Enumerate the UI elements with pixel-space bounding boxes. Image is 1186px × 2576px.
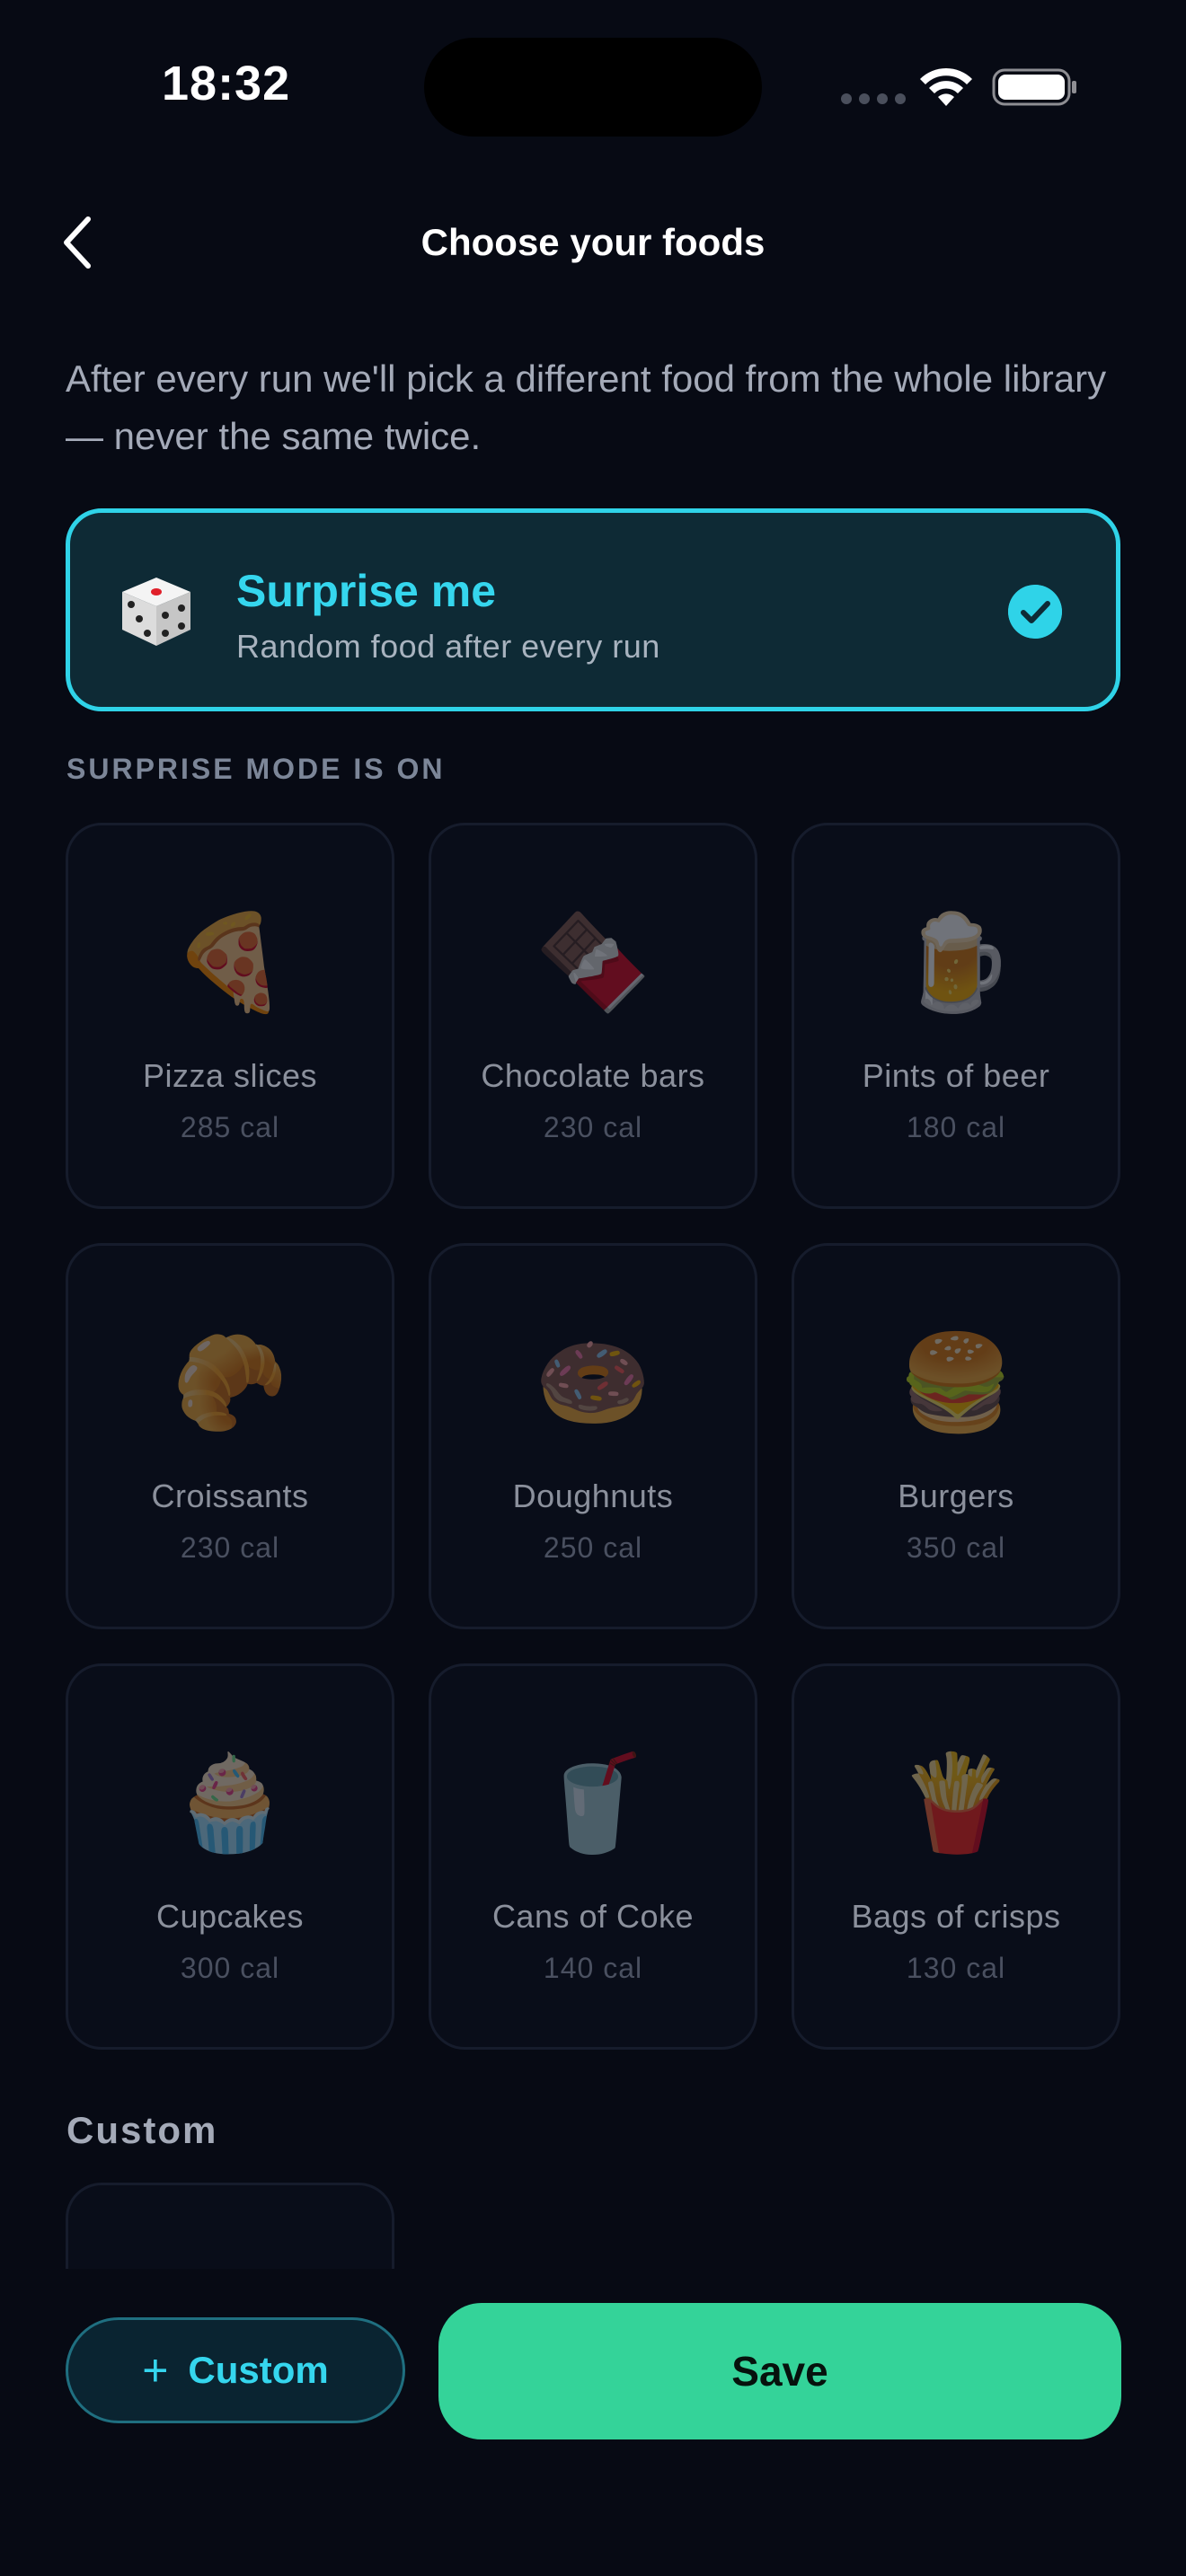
- food-calories: 230 cal: [180, 1531, 280, 1564]
- plus-icon: +: [142, 2345, 169, 2395]
- page-title: Choose your foods: [420, 221, 766, 263]
- food-card[interactable]: 🍔 Burgers 350 cal: [792, 1243, 1120, 1629]
- dynamic-island: [424, 38, 762, 137]
- beer-icon: 🍺: [898, 907, 1014, 1017]
- save-button[interactable]: Save: [438, 2303, 1121, 2439]
- food-name: Pizza slices: [142, 1057, 318, 1094]
- food-card[interactable]: 🍫 Chocolate bars 230 cal: [429, 823, 757, 1209]
- food-card[interactable]: 🥤 Cans of Coke 140 cal: [429, 1663, 757, 2050]
- status-time: 18:32: [162, 57, 291, 110]
- food-calories: 130 cal: [906, 1952, 1006, 1984]
- food-calories: 140 cal: [543, 1952, 643, 1984]
- surprise-title: Surprise me: [236, 566, 497, 616]
- custom-food-card[interactable]: [66, 2183, 394, 2272]
- food-calories: 230 cal: [543, 1111, 643, 1143]
- food-name: Cans of Coke: [491, 1898, 695, 1935]
- pizza-icon: 🍕: [172, 907, 288, 1017]
- food-calories: 285 cal: [180, 1111, 280, 1143]
- cupcake-icon: 🧁: [172, 1748, 288, 1857]
- fries-icon: 🍟: [898, 1748, 1014, 1857]
- food-card[interactable]: 🥐 Croissants 230 cal: [66, 1243, 394, 1629]
- chocolate-icon: 🍫: [535, 907, 651, 1017]
- add-custom-button[interactable]: + Custom: [66, 2317, 405, 2423]
- dice-icon: [122, 578, 190, 646]
- food-calories: 250 cal: [543, 1531, 643, 1564]
- food-calories: 180 cal: [906, 1111, 1006, 1143]
- food-card[interactable]: 🍟 Bags of crisps 130 cal: [792, 1663, 1120, 2050]
- surprise-me-option[interactable]: Surprise me Random food after every run: [66, 508, 1120, 711]
- food-name: Doughnuts: [512, 1478, 674, 1514]
- food-name: Cupcakes: [155, 1898, 305, 1935]
- burger-icon: 🍔: [898, 1328, 1014, 1437]
- food-calories: 300 cal: [180, 1952, 280, 1984]
- battery-icon: [992, 68, 1076, 106]
- food-name: Burgers: [898, 1478, 1014, 1514]
- custom-section-label: Custom: [66, 2109, 218, 2151]
- food-name: Bags of crisps: [851, 1898, 1061, 1935]
- cellular-signal-icon: [841, 93, 906, 104]
- intro-text: After every run we'll pick a different f…: [66, 357, 1107, 457]
- doughnut-icon: 🍩: [535, 1328, 651, 1437]
- save-label: Save: [731, 2348, 828, 2395]
- choose-foods-screen: 18:32 Choose your foods After every run …: [0, 0, 1186, 2576]
- add-custom-label: Custom: [188, 2349, 329, 2391]
- food-card[interactable]: 🧁 Cupcakes 300 cal: [66, 1663, 394, 2050]
- surprise-subtitle: Random food after every run: [236, 628, 660, 665]
- soda-cup-icon: 🥤: [535, 1748, 651, 1857]
- food-card[interactable]: 🍩 Doughnuts 250 cal: [429, 1243, 757, 1629]
- food-name: Chocolate bars: [481, 1057, 705, 1094]
- food-card[interactable]: 🍕 Pizza slices 285 cal: [66, 823, 394, 1209]
- food-card[interactable]: 🍺 Pints of beer 180 cal: [792, 823, 1120, 1209]
- food-name: Croissants: [151, 1478, 309, 1514]
- food-name: Pints of beer: [862, 1057, 1050, 1094]
- checkmark-icon: [1008, 585, 1062, 639]
- wifi-icon: [920, 67, 972, 106]
- surprise-mode-label: SURPRISE MODE IS ON: [66, 753, 446, 785]
- food-calories: 350 cal: [906, 1531, 1006, 1564]
- croissant-icon: 🥐: [172, 1328, 288, 1437]
